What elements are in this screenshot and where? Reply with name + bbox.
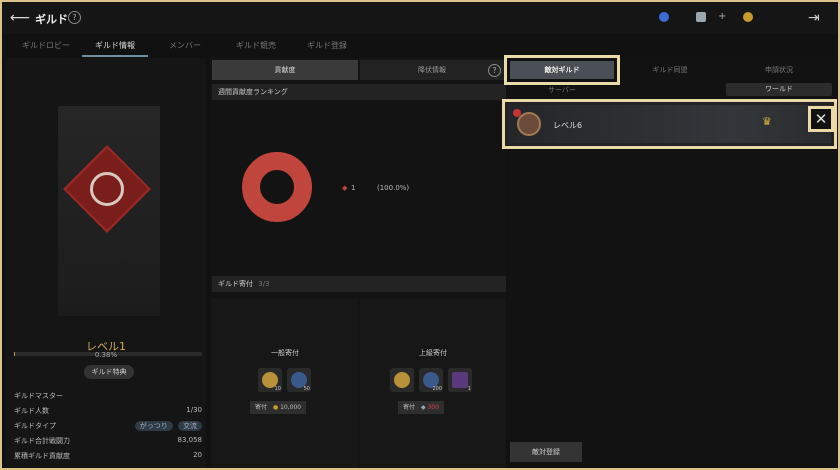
tab-guild-auction[interactable]: ギルド競売 [236, 40, 276, 51]
crown-icon: ♛ [762, 115, 772, 128]
stat-value: 1/30 [186, 406, 202, 414]
guild-perks-button[interactable]: ギルド特典 [84, 365, 134, 379]
premium-donate-button[interactable]: 寄付 ◆ 300 [398, 401, 444, 414]
reward-slot: 10 [258, 368, 282, 392]
main-tabs: ギルドロビー ギルド情報 メンバー ギルド競売 ギルド登録 [2, 36, 838, 57]
exit-icon[interactable]: ⇥ [808, 9, 826, 27]
alert-badge-icon [513, 109, 521, 117]
slot-count: 200 [432, 386, 442, 392]
star-coin-icon [394, 372, 410, 388]
back-arrow-icon[interactable]: ⟵ [10, 9, 30, 27]
stat-value: 20 [193, 451, 202, 459]
enemy-guild-name: レベル6 [553, 121, 583, 130]
reward-slot [390, 368, 414, 392]
remove-enemy-button[interactable]: ✕ [808, 106, 834, 132]
guild-type-tag: 交流 [178, 421, 202, 431]
premium-donation-card: 上級寄付 200 1 寄付 ◆ 300 [360, 298, 506, 468]
purple-crystal-icon [452, 372, 468, 388]
donate-cost: 300 [427, 404, 439, 411]
guild-info-panel: レベル1 0.38% ギルド特典 ギルドマスター ギルド人数 1/30 ギルドタ… [6, 58, 206, 468]
enemy-guild-row[interactable]: レベル6 ♛ ✕ [502, 99, 837, 149]
slot-count: 10 [274, 386, 281, 392]
donate-label: 寄付 [403, 404, 416, 411]
tab-enemy-guild-label: 敵対ギルド [510, 61, 614, 79]
guild-emblem-icon [517, 112, 541, 136]
tab-guild-register[interactable]: ギルド登録 [307, 40, 347, 51]
stat-member-count: ギルド人数 1/30 [14, 406, 206, 416]
help-icon[interactable]: ? [488, 64, 501, 77]
donation-count: 3/3 [258, 280, 270, 288]
page-title: ギルド [35, 13, 68, 26]
stat-total-power: ギルド合計戦闘力 83,058 [14, 436, 206, 446]
donate-label: 寄付 [255, 404, 268, 411]
tab-enemy-guild[interactable]: 敵対ギルド [504, 55, 620, 85]
stat-contribution: 累積ギルド貢献度 20 [14, 451, 206, 461]
help-icon[interactable]: ? [68, 11, 81, 24]
donut-slice [242, 152, 312, 222]
gold-coin-icon: ● [272, 404, 279, 411]
contribution-donut-chart [242, 152, 312, 222]
tab-guild-info[interactable]: ギルド情報 [95, 40, 135, 51]
legend-percent: (100.0%) [377, 184, 410, 192]
legend-marker-icon: ◆ [342, 184, 348, 192]
slot-count: 50 [303, 386, 310, 392]
legend-rank: 1 [351, 184, 356, 192]
guild-type-tags: がっつり 交流 [132, 421, 202, 431]
tab-guild-alliance[interactable]: ギルド同盟 [618, 60, 722, 80]
diamond-icon [696, 12, 706, 22]
reward-slot: 1 [448, 368, 472, 392]
guild-exp-percent: 0.38% [94, 351, 118, 359]
premium-donation-label: 上級寄付 [419, 349, 447, 357]
tab-guild-lobby[interactable]: ギルドロビー [22, 40, 70, 51]
normal-donate-button[interactable]: 寄付 ● 10,000 [250, 401, 307, 414]
stat-guild-master: ギルドマスター [14, 391, 206, 401]
normal-donation-label: 一般寄付 [271, 349, 299, 357]
contribution-panel: 貢献度 降伏情報 ? 週間貢献度ランキング ◆ 1 (100.0%) ギルド寄付… [210, 58, 506, 468]
stat-label: ギルド人数 [14, 407, 49, 415]
guild-emblem-symbol [90, 172, 124, 206]
guild-type-tag: がっつり [134, 421, 173, 431]
filter-world[interactable]: ワールド [726, 83, 832, 96]
donation-title: ギルド寄付 [218, 280, 253, 288]
tab-members[interactable]: メンバー [169, 40, 201, 51]
slot-count: 1 [467, 386, 471, 392]
stat-label: 累積ギルド貢献度 [14, 452, 70, 460]
tab-surrender-info[interactable]: 降伏情報 [360, 60, 504, 80]
stat-label: ギルドタイプ [14, 422, 56, 430]
game-window: ⟵ ギルド ? + ⇥ ギルドロビー ギルド情報 メンバー ギルド競売 ギルド登… [0, 0, 840, 470]
ranking-header: 週間貢献度ランキング [212, 84, 506, 100]
reward-slot: 200 [419, 368, 443, 392]
register-enemy-button[interactable]: 敵対登録 [510, 442, 582, 462]
active-tab-underline [82, 55, 148, 57]
top-bar: ⟵ ギルド ? + ⇥ [2, 2, 838, 34]
guild-row-background: レベル6 ♛ [508, 105, 831, 143]
tab-contribution[interactable]: 貢献度 [212, 60, 358, 80]
close-icon: ✕ [814, 110, 828, 128]
donation-header: ギルド寄付 3/3 [212, 276, 506, 292]
donate-cost: 10,000 [280, 404, 302, 411]
blue-gem-icon [659, 12, 669, 22]
filter-server[interactable]: サーバー [548, 84, 576, 96]
diamond-icon: ◆ [420, 404, 426, 411]
tab-application-status[interactable]: 申請状況 [726, 60, 832, 80]
plus-icon[interactable]: + [718, 12, 728, 22]
normal-donation-card: 一般寄付 10 50 寄付 ● 10,000 [212, 298, 358, 468]
reward-slot: 50 [287, 368, 311, 392]
stat-label: ギルド合計戦闘力 [14, 437, 70, 445]
stat-label: ギルドマスター [14, 392, 63, 400]
gold-coin-icon [743, 12, 753, 22]
stat-value: 83,058 [177, 436, 203, 444]
stat-guild-type: ギルドタイプ がっつり 交流 [14, 421, 206, 431]
